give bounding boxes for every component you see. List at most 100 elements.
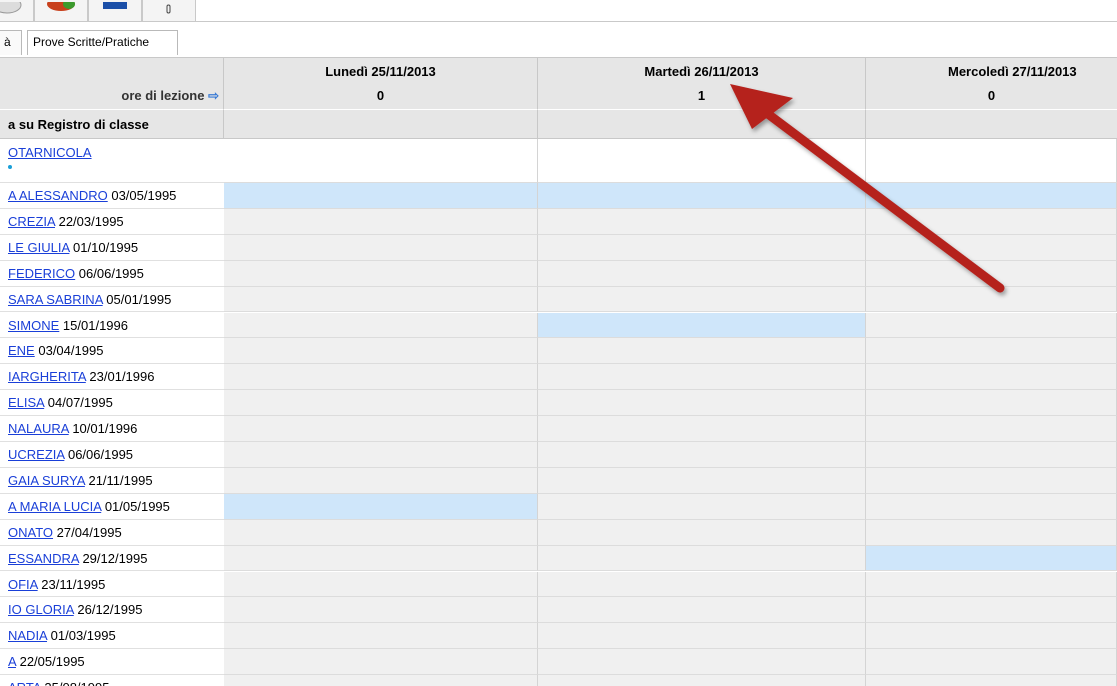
student-link[interactable]: ONATO bbox=[8, 525, 53, 540]
day-header-tuesday[interactable]: Martedì 26/11/2013 1 bbox=[538, 57, 866, 109]
day-cell[interactable] bbox=[224, 364, 538, 391]
day-cell[interactable] bbox=[538, 467, 866, 494]
toolbar-button-2[interactable] bbox=[34, 0, 88, 21]
day-cell[interactable] bbox=[866, 649, 1117, 676]
day-cell[interactable] bbox=[224, 286, 538, 313]
day-cell[interactable] bbox=[224, 493, 538, 520]
day-cell[interactable] bbox=[866, 545, 1117, 572]
day-cell[interactable] bbox=[538, 364, 866, 391]
day-cell[interactable] bbox=[224, 338, 538, 365]
student-link[interactable]: NALAURA bbox=[8, 421, 69, 436]
day-cell[interactable] bbox=[866, 286, 1117, 313]
day-cell[interactable] bbox=[538, 286, 866, 313]
day-cell[interactable] bbox=[538, 545, 866, 572]
day-cell[interactable] bbox=[224, 649, 538, 676]
student-link[interactable]: ARTA bbox=[8, 680, 41, 686]
student-link[interactable]: ESSANDRA bbox=[8, 551, 79, 566]
day-cell[interactable] bbox=[538, 208, 866, 235]
day-cell[interactable] bbox=[224, 675, 538, 686]
student-dob: 04/07/1995 bbox=[47, 395, 113, 411]
day-cell[interactable] bbox=[538, 442, 866, 468]
student-link[interactable]: FEDERICO bbox=[8, 266, 75, 281]
day-cell[interactable] bbox=[538, 623, 866, 650]
day-cell[interactable] bbox=[224, 390, 538, 417]
day-cell[interactable] bbox=[866, 364, 1117, 391]
book-icon bbox=[103, 2, 127, 9]
student-link[interactable]: A ALESSANDRO bbox=[8, 188, 108, 203]
student-link[interactable]: OFIA bbox=[8, 577, 38, 592]
day-cell[interactable] bbox=[538, 416, 866, 442]
student-link[interactable]: NADIA bbox=[8, 628, 47, 643]
day-cell[interactable] bbox=[538, 338, 866, 365]
day-cell[interactable] bbox=[224, 623, 538, 650]
day-cell[interactable] bbox=[866, 597, 1117, 624]
day-cell[interactable] bbox=[866, 139, 1117, 183]
teacher-link[interactable]: OTARNICOLA bbox=[8, 145, 92, 160]
day-cell[interactable] bbox=[538, 519, 866, 546]
day-cell[interactable] bbox=[866, 442, 1117, 468]
day-cell[interactable] bbox=[538, 649, 866, 676]
student-link[interactable]: SIMONE bbox=[8, 318, 59, 333]
day-cell[interactable] bbox=[224, 183, 538, 209]
day-cell[interactable] bbox=[538, 675, 866, 686]
day-header-monday[interactable]: Lunedì 25/11/2013 0 bbox=[224, 57, 538, 109]
tab-previous-label: à bbox=[4, 35, 11, 49]
day-cell[interactable] bbox=[866, 312, 1117, 339]
day-cell[interactable] bbox=[866, 675, 1117, 686]
day-cell[interactable] bbox=[866, 519, 1117, 546]
day-cell[interactable] bbox=[866, 390, 1117, 417]
day-cell[interactable] bbox=[538, 312, 866, 339]
day-cell[interactable] bbox=[224, 260, 538, 287]
student-link[interactable]: SARA SABRINA bbox=[8, 292, 103, 307]
day-header-wednesday[interactable]: Mercoledì 27/11/2013 0 bbox=[866, 57, 1117, 109]
day-cell[interactable] bbox=[224, 545, 538, 572]
student-dob: 23/01/1996 bbox=[89, 369, 155, 385]
toolbar-button-3[interactable] bbox=[88, 0, 142, 21]
student-link[interactable]: IARGHERITA bbox=[8, 369, 86, 384]
day-cell[interactable] bbox=[224, 519, 538, 546]
student-link[interactable]: IO GLORIA bbox=[8, 602, 74, 617]
day-cell[interactable] bbox=[538, 260, 866, 287]
student-link[interactable]: LE GIULIA bbox=[8, 240, 69, 255]
student-link[interactable]: CREZIA bbox=[8, 214, 55, 229]
day-cell[interactable] bbox=[224, 312, 538, 339]
day-cell[interactable] bbox=[224, 234, 538, 261]
student-link[interactable]: ENE bbox=[8, 343, 35, 358]
day-cell[interactable] bbox=[538, 597, 866, 624]
day-cell[interactable] bbox=[538, 234, 866, 261]
day-cell[interactable] bbox=[224, 597, 538, 624]
day-cell[interactable] bbox=[538, 139, 866, 183]
day-cell[interactable] bbox=[538, 493, 866, 520]
day-cell[interactable] bbox=[866, 467, 1117, 494]
day-cell[interactable] bbox=[538, 183, 866, 209]
day-cell[interactable] bbox=[224, 208, 538, 235]
day-cell[interactable] bbox=[224, 442, 538, 468]
student-link[interactable]: A MARIA LUCIA bbox=[8, 499, 101, 514]
day-cell[interactable] bbox=[866, 234, 1117, 261]
day-cell[interactable] bbox=[866, 493, 1117, 520]
register-sub-cell bbox=[866, 109, 1117, 139]
student-link[interactable]: UCREZIA bbox=[8, 447, 64, 462]
day-cell[interactable] bbox=[224, 467, 538, 494]
day-cell[interactable] bbox=[224, 139, 538, 183]
day-cell[interactable] bbox=[224, 571, 538, 598]
day-cell[interactable] bbox=[866, 183, 1117, 209]
day-cell[interactable] bbox=[538, 390, 866, 417]
student-link[interactable]: ELISA bbox=[8, 395, 44, 410]
toolbar-button-4[interactable] bbox=[142, 0, 196, 21]
student-link[interactable]: GAIA SURYA bbox=[8, 473, 85, 488]
day-cell[interactable] bbox=[866, 208, 1117, 235]
day-cell[interactable] bbox=[866, 416, 1117, 442]
day-cell[interactable] bbox=[224, 416, 538, 442]
student-dob: 01/03/1995 bbox=[50, 628, 116, 644]
day-cell[interactable] bbox=[866, 260, 1117, 287]
day-cell[interactable] bbox=[866, 338, 1117, 365]
toolbar-button-1[interactable] bbox=[0, 0, 34, 21]
day-cell[interactable] bbox=[866, 623, 1117, 650]
day-cell[interactable] bbox=[866, 571, 1117, 598]
day-cell[interactable] bbox=[538, 571, 866, 598]
student-link[interactable]: A bbox=[8, 654, 16, 669]
tab-prove-scritte-pratiche[interactable]: Prove Scritte/Pratiche bbox=[27, 30, 178, 55]
student-row: UCREZIA 06/06/1995 bbox=[0, 442, 1117, 468]
tab-previous[interactable]: à bbox=[0, 30, 22, 55]
